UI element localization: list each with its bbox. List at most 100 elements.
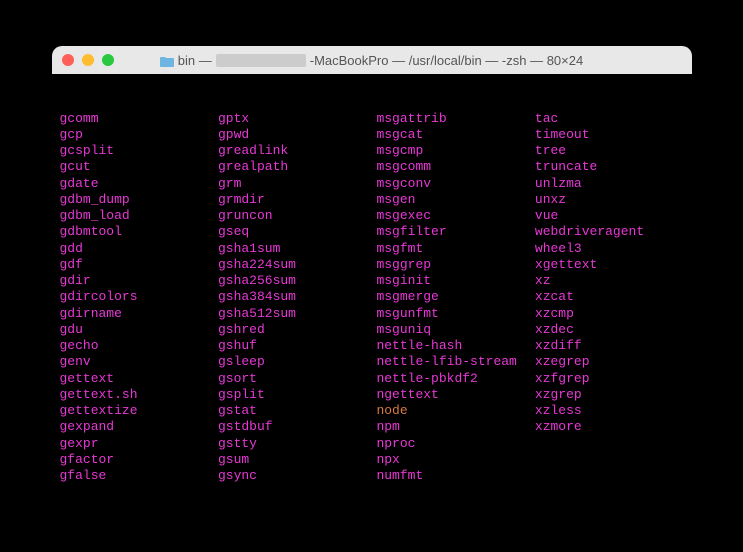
list-item: gseq	[218, 224, 376, 240]
list-item: xzless	[535, 403, 684, 419]
list-item: xzfgrep	[535, 371, 684, 387]
list-item: gsha256sum	[218, 273, 376, 289]
list-item: gshuf	[218, 338, 376, 354]
ls-column: msgattribmsgcatmsgcmpmsgcommmsgconvmsgen…	[376, 111, 534, 485]
list-item: gcsplit	[60, 143, 218, 159]
title-prefix: bin —	[178, 53, 212, 68]
list-item: gettext	[60, 371, 218, 387]
list-item: webdriveragent	[535, 224, 684, 240]
list-item: nettle-lfib-stream	[376, 354, 534, 370]
ls-column: tactimeouttreetruncateunlzmaunxzvuewebdr…	[535, 111, 684, 485]
list-item: nettle-hash	[376, 338, 534, 354]
list-item: tac	[535, 111, 684, 127]
list-item: greadlink	[218, 143, 376, 159]
list-item: gpwd	[218, 127, 376, 143]
list-item: gsplit	[218, 387, 376, 403]
list-item: npx	[376, 452, 534, 468]
folder-icon	[160, 55, 174, 66]
list-item: gfactor	[60, 452, 218, 468]
list-item: xzcat	[535, 289, 684, 305]
list-item: msgattrib	[376, 111, 534, 127]
ls-column: gptxgpwdgreadlinkgrealpathgrmgrmdirgrunc…	[218, 111, 376, 485]
list-item: gstdbuf	[218, 419, 376, 435]
list-item: vue	[535, 208, 684, 224]
list-item: gsha224sum	[218, 257, 376, 273]
list-item: gsync	[218, 468, 376, 484]
redacted-username	[216, 54, 306, 67]
zoom-icon[interactable]	[102, 54, 114, 66]
terminal-window: bin — -MacBookPro — /usr/local/bin — -zs…	[52, 46, 692, 506]
list-item: numfmt	[376, 468, 534, 484]
list-item: nproc	[376, 436, 534, 452]
traffic-lights	[62, 54, 114, 66]
list-item: npm	[376, 419, 534, 435]
ls-column: gcommgcpgcsplitgcutgdategdbm_dumpgdbm_lo…	[60, 111, 218, 485]
list-item: xzdec	[535, 322, 684, 338]
terminal-body[interactable]: gcommgcpgcsplitgcutgdategdbm_dumpgdbm_lo…	[52, 74, 692, 506]
close-icon[interactable]	[62, 54, 74, 66]
list-item: unlzma	[535, 176, 684, 192]
list-item: gecho	[60, 338, 218, 354]
list-item: gstty	[218, 436, 376, 452]
list-item: gettextize	[60, 403, 218, 419]
list-item: grm	[218, 176, 376, 192]
list-item: msggrep	[376, 257, 534, 273]
list-item: gcut	[60, 159, 218, 175]
list-item: msgfilter	[376, 224, 534, 240]
list-item: gdu	[60, 322, 218, 338]
list-item: xgettext	[535, 257, 684, 273]
list-item: msgcomm	[376, 159, 534, 175]
list-item: gdbm_load	[60, 208, 218, 224]
minimize-icon[interactable]	[82, 54, 94, 66]
list-item: gdircolors	[60, 289, 218, 305]
list-item: ngettext	[376, 387, 534, 403]
list-item: gettext.sh	[60, 387, 218, 403]
list-item: msguniq	[376, 322, 534, 338]
list-item: msginit	[376, 273, 534, 289]
list-item: grealpath	[218, 159, 376, 175]
list-item: gexpr	[60, 436, 218, 452]
list-item: gsha1sum	[218, 241, 376, 257]
list-item: xzgrep	[535, 387, 684, 403]
list-item: unxz	[535, 192, 684, 208]
window-title: bin — -MacBookPro — /usr/local/bin — -zs…	[62, 53, 682, 68]
title-suffix: -MacBookPro — /usr/local/bin — -zsh — 80…	[310, 53, 583, 68]
list-item: gfalse	[60, 468, 218, 484]
list-item: gsum	[218, 452, 376, 468]
list-item: gcp	[60, 127, 218, 143]
list-item: nettle-pbkdf2	[376, 371, 534, 387]
list-item: gshred	[218, 322, 376, 338]
list-item: gptx	[218, 111, 376, 127]
list-item: gdf	[60, 257, 218, 273]
list-item: wheel3	[535, 241, 684, 257]
list-item: gsleep	[218, 354, 376, 370]
list-item: node	[376, 403, 534, 419]
list-item: gdirname	[60, 306, 218, 322]
list-item: xzcmp	[535, 306, 684, 322]
list-item: gdate	[60, 176, 218, 192]
list-item: msgmerge	[376, 289, 534, 305]
list-item: gsha384sum	[218, 289, 376, 305]
list-item: gdd	[60, 241, 218, 257]
list-item: msgcmp	[376, 143, 534, 159]
list-item: msgcat	[376, 127, 534, 143]
titlebar[interactable]: bin — -MacBookPro — /usr/local/bin — -zs…	[52, 46, 692, 74]
list-item: xzegrep	[535, 354, 684, 370]
list-item: msgen	[376, 192, 534, 208]
list-item: msgunfmt	[376, 306, 534, 322]
list-item: gdbmtool	[60, 224, 218, 240]
ls-output: gcommgcpgcsplitgcutgdategdbm_dumpgdbm_lo…	[60, 111, 684, 485]
list-item: tree	[535, 143, 684, 159]
list-item: msgfmt	[376, 241, 534, 257]
list-item: gsort	[218, 371, 376, 387]
list-item: gdbm_dump	[60, 192, 218, 208]
list-item: xzmore	[535, 419, 684, 435]
list-item: gdir	[60, 273, 218, 289]
list-item: genv	[60, 354, 218, 370]
list-item: gruncon	[218, 208, 376, 224]
list-item: gstat	[218, 403, 376, 419]
list-item: gexpand	[60, 419, 218, 435]
list-item: msgexec	[376, 208, 534, 224]
list-item: timeout	[535, 127, 684, 143]
list-item: msgconv	[376, 176, 534, 192]
